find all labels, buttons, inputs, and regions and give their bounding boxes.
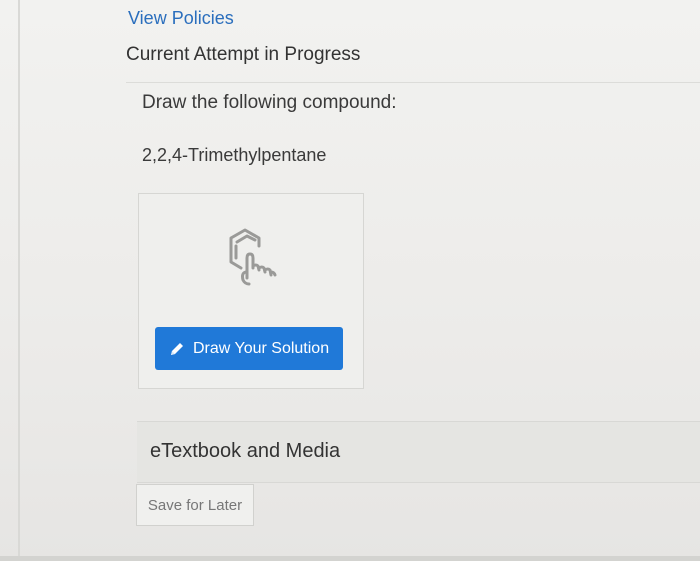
- chemical-sketch-icon: [229, 228, 277, 286]
- save-for-later-button[interactable]: Save for Later: [136, 484, 254, 526]
- draw-solution-button[interactable]: Draw Your Solution: [155, 327, 343, 370]
- bottom-border: [0, 556, 700, 561]
- etextbook-media-label: eTextbook and Media: [150, 440, 341, 462]
- attempt-status-title: Current Attempt in Progress: [126, 44, 361, 65]
- question-prompt: Draw the following compound:: [142, 92, 397, 113]
- section-divider: [126, 82, 700, 83]
- etextbook-media-section[interactable]: eTextbook and Media: [137, 421, 700, 483]
- view-policies-link[interactable]: View Policies: [128, 8, 234, 29]
- drawing-panel: Draw Your Solution: [138, 193, 364, 389]
- pencil-icon: [171, 342, 183, 355]
- left-divider: [18, 0, 20, 561]
- compound-name: 2,2,4-Trimethylpentane: [142, 145, 327, 165]
- draw-solution-label: Draw Your Solution: [193, 339, 330, 357]
- assignment-page: View Policies Current Attempt in Progres…: [0, 0, 700, 561]
